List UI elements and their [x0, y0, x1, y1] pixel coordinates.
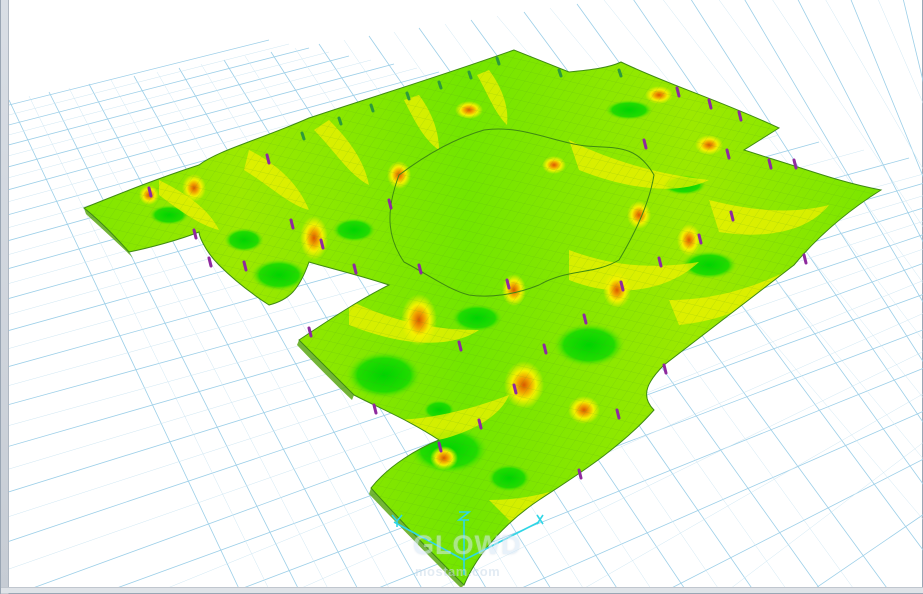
model-viewport-3d[interactable]: GLOWD mostam.com [9, 0, 923, 588]
status-bar-edge [1, 587, 923, 593]
app-window: GLOWD mostam.com [0, 0, 923, 594]
viewport-canvas[interactable] [9, 0, 923, 588]
left-panel-edge[interactable] [1, 0, 9, 594]
